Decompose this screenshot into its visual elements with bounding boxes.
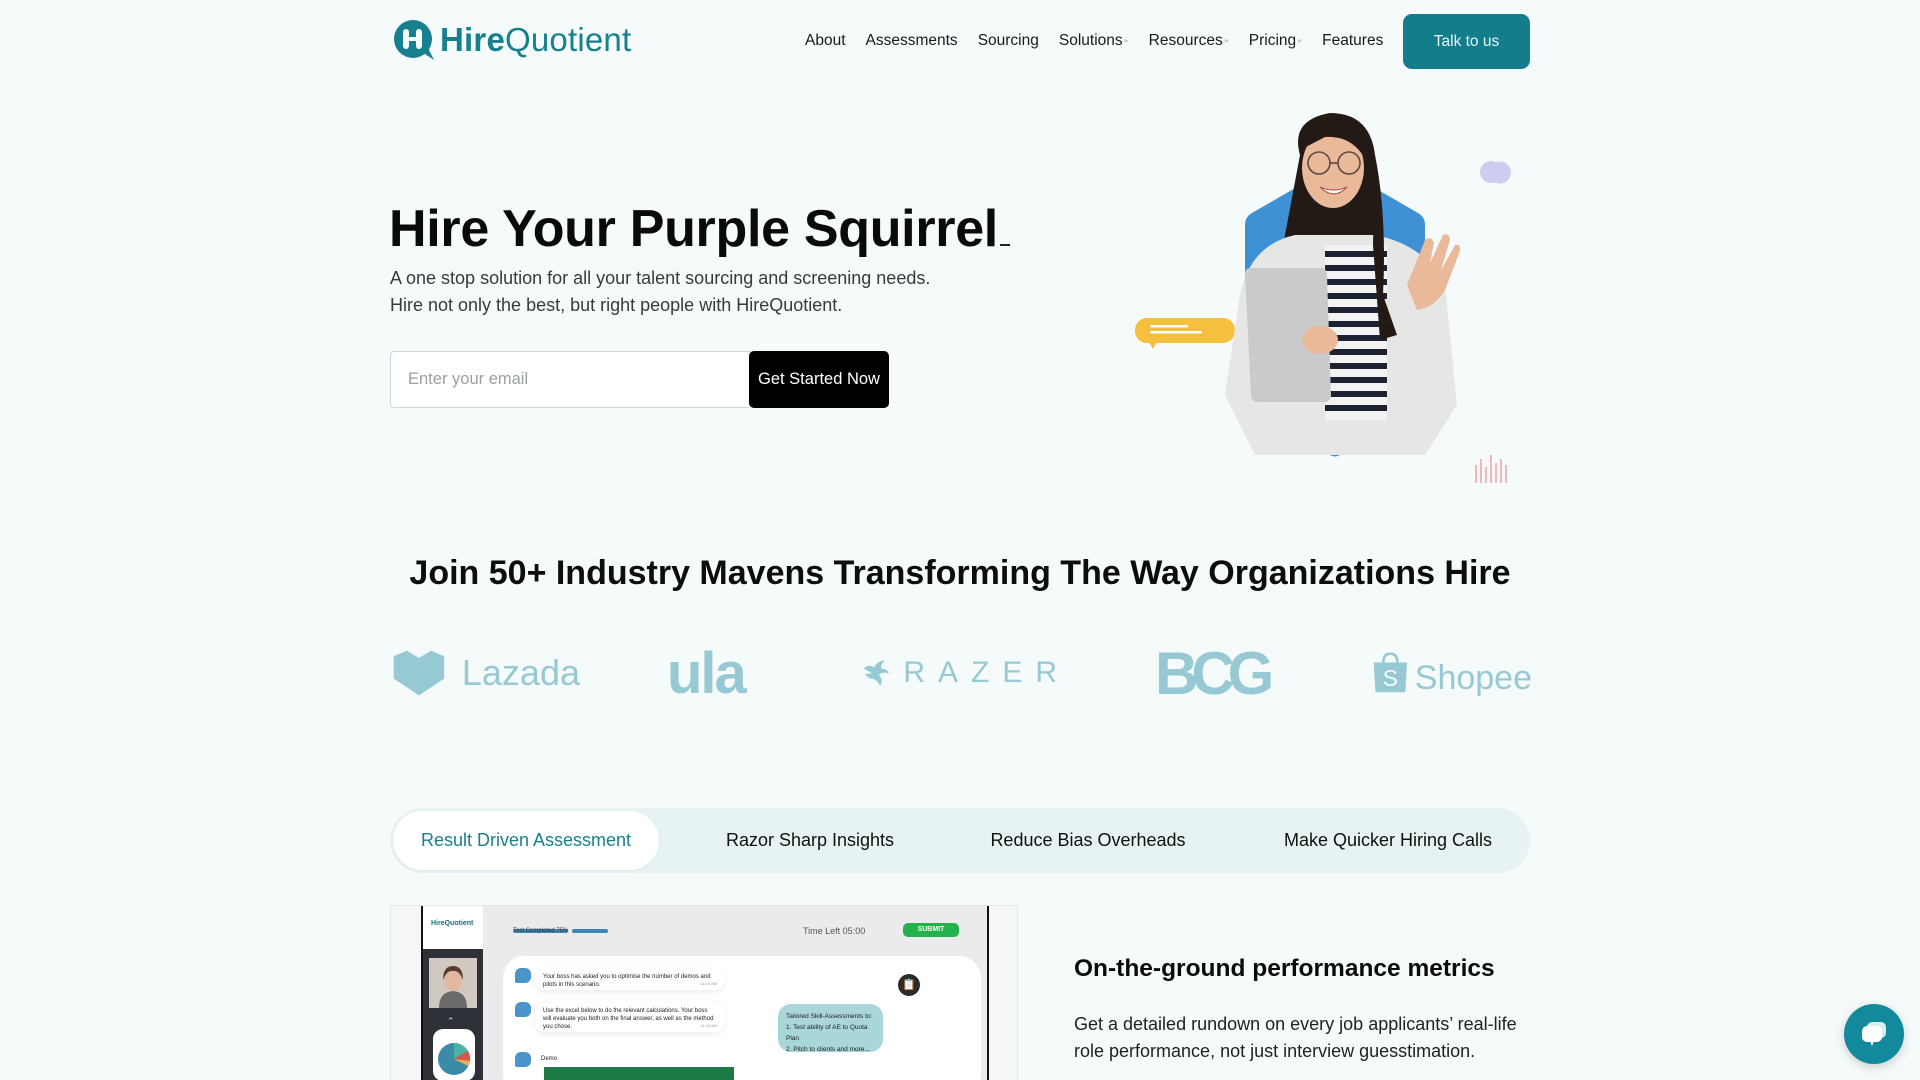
tab-result-driven-assessment[interactable]: Result Driven Assessment [393, 811, 659, 870]
test-progress-label: Test Completed 75% [513, 928, 569, 934]
demo-spreadsheet: Demo [535, 1052, 745, 1080]
bot-avatar-icon [515, 1052, 531, 1067]
chat-widget-button[interactable] [1844, 1004, 1904, 1064]
hero-title: Hire Your Purple Squirrel [389, 194, 1010, 264]
mock-sidebar-header: HireQuotient [423, 906, 483, 949]
hero-illustration [1135, 113, 1511, 502]
chat-message-text: Use the excel below to do the relevant c… [543, 1008, 714, 1030]
client-logo-shopee: S Shopee [1372, 638, 1532, 708]
nav-item-solutions[interactable]: Solutions ▸ [1059, 29, 1129, 53]
hero-subtitle-line: A one stop solution for all your talent … [390, 268, 931, 288]
hq-logo-icon [392, 18, 438, 62]
chevron-down-icon: ▸ [1224, 36, 1229, 45]
nav-item-about[interactable]: About [805, 29, 846, 53]
chevron-down-icon: ▸ [1124, 36, 1129, 45]
tab-make-quicker-hiring-calls[interactable]: Make Quicker Hiring Calls [1250, 811, 1526, 870]
lavender-dot [1480, 161, 1502, 183]
main-nav: About Assessments Sourcing Solutions ▸ Re… [805, 29, 1403, 53]
spreadsheet-header-bar [544, 1067, 734, 1080]
pie-chart-thumbnail [433, 1029, 475, 1080]
nav-item-assessments[interactable]: Assessments [866, 29, 958, 53]
chat-panel: Your boss has asked you to optimise the … [503, 956, 981, 1080]
bot-avatar-icon [515, 968, 531, 983]
nav-label: Features [1322, 32, 1384, 49]
hero-title-text: Hire Your Purple Squirrel [389, 200, 998, 258]
client-logos: Lazada ula RAZER BCG S Shopee [390, 638, 1532, 708]
client-name: BCG [1155, 639, 1274, 707]
hero-image [1125, 95, 1545, 505]
nav-label: Resources [1148, 32, 1223, 49]
nav-item-pricing[interactable]: Pricing ▸ [1249, 29, 1302, 53]
tab-reduce-bias-overheads[interactable]: Reduce Bias Overheads [960, 811, 1216, 870]
feature-description: Get a detailed rundown on every job appl… [1074, 1014, 1517, 1061]
time-left: Time Left 05:00 [803, 926, 866, 936]
brand-name: HireQuotient [440, 18, 631, 62]
nav-item-resources[interactable]: Resources ▸ [1149, 29, 1229, 53]
assessment-app-frame: HireQuotient ⌃ Test Completed 75% Time L… [421, 906, 989, 1080]
mock-logo: HireQuotient [431, 920, 474, 927]
chevron-up-icon[interactable]: ⌃ [447, 1016, 455, 1027]
nav-label: Sourcing [977, 32, 1039, 49]
nav-label: Solutions [1058, 32, 1123, 49]
client-logo-lazada: Lazada [390, 638, 580, 708]
get-started-button[interactable]: Get Started Now [749, 351, 889, 408]
tab-razor-sharp-insights[interactable]: Razor Sharp Insights [692, 811, 928, 870]
razer-snake-icon [863, 659, 889, 687]
brand-logo[interactable]: HireQuotient [392, 18, 631, 62]
callout-item: 2. Pitch to clients and more... [786, 1046, 870, 1053]
hero-subtitle: A one stop solution for all your talent … [390, 265, 930, 319]
nav-label: About [805, 32, 846, 49]
client-name: Lazada [461, 652, 580, 693]
nav-label: Pricing [1248, 32, 1297, 49]
talk-to-us-button[interactable]: Talk to us [1403, 14, 1530, 69]
client-name: Shopee [1414, 658, 1532, 697]
candidate-video-thumbnail [429, 958, 477, 1008]
nav-item-sourcing[interactable]: Sourcing [978, 29, 1039, 53]
shopee-bag-icon: S [1373, 652, 1408, 693]
feature-title: On-the-ground performance metrics [1074, 955, 1495, 982]
site-header: HireQuotient About Assessments Sourcing … [0, 0, 1920, 84]
nav-label: Assessments [865, 32, 958, 49]
chat-bubbles-icon [1862, 1022, 1886, 1046]
hero-subtitle-line: Hire not only the best, but right people… [390, 295, 843, 315]
svg-text:S: S [1383, 665, 1398, 691]
chevron-down-icon: ▸ [1298, 36, 1303, 45]
mock-sidebar: ⌃ [423, 949, 483, 1080]
email-input[interactable] [390, 351, 750, 408]
callout-title: Tailored Skill-Assessments to: [786, 1013, 873, 1020]
clients-heading: Join 50+ Industry Mavens Transforming Th… [409, 554, 1511, 592]
clipboard-icon[interactable]: 📋 [898, 974, 920, 996]
callout-item: 1. Test ability of AE to Quota Plan [786, 1024, 868, 1042]
brand-name-bold: Hire [440, 21, 505, 58]
mock-submit-button[interactable]: SUBMIT [903, 923, 959, 937]
feature-tabs: Result Driven Assessment Razor Sharp Ins… [390, 808, 1530, 873]
brand-name-regular: Quotient [505, 21, 632, 58]
tailored-assessment-callout: Tailored Skill-Assessments to: 1. Test a… [778, 1004, 883, 1053]
pink-bar-chart-icon [1475, 455, 1507, 483]
chat-message: Your boss has asked you to optimise the … [535, 968, 725, 990]
typing-cursor [999, 244, 1010, 246]
yellow-chat-bubble [1135, 318, 1235, 349]
chat-message-time: 11:16 AM [700, 1023, 717, 1028]
assessment-screenshot: HireQuotient ⌃ Test Completed 75% Time L… [390, 905, 1018, 1080]
chat-message-time: 11:15 AM [700, 981, 717, 986]
chat-message-text: Your boss has asked you to optimise the … [543, 974, 711, 988]
ground-fade [1230, 458, 1450, 502]
nav-item-features[interactable]: Features [1322, 29, 1383, 53]
client-name: RAZER [903, 656, 1070, 689]
demo-label: Demo [541, 1056, 558, 1062]
client-logo-ula: ula [667, 638, 777, 708]
client-name: ula [667, 640, 747, 706]
client-logo-bcg: BCG [1155, 638, 1285, 708]
chat-message: Use the excel below to do the relevant c… [535, 1002, 725, 1032]
email-signup-form: Get Started Now [390, 351, 889, 408]
lazada-heart-icon [393, 650, 445, 696]
bot-avatar-icon [515, 1002, 531, 1017]
client-logo-razer: RAZER [860, 638, 1070, 708]
